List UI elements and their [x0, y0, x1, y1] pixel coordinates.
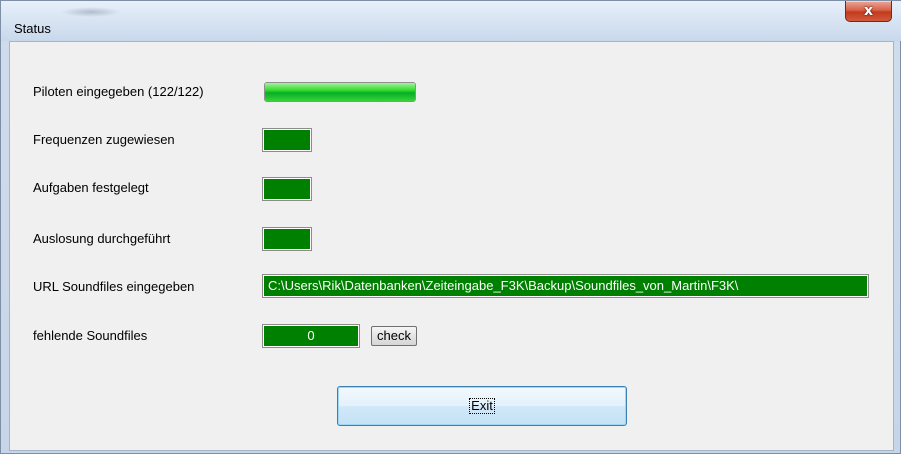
status-window: Status x Piloten eingegeben (122/122) Fr… [0, 0, 901, 454]
aufgaben-status-indicator [263, 178, 311, 200]
close-icon: x [863, 3, 874, 19]
missing-soundfiles-count: 0 [263, 325, 359, 347]
check-button[interactable]: check [371, 326, 417, 346]
progress-fill [265, 83, 415, 101]
frequenzen-label: Frequenzen zugewiesen [33, 132, 175, 147]
piloten-label: Piloten eingegeben (122/122) [33, 84, 204, 99]
aufgaben-label: Aufgaben festgelegt [33, 180, 149, 195]
title-bar[interactable]: Status x [1, 1, 901, 41]
auslosung-label: Auslosung durchgeführt [33, 231, 171, 246]
auslosung-status-indicator [263, 228, 311, 250]
close-button[interactable]: x [845, 1, 892, 22]
soundfiles-url-field[interactable]: C:\Users\Rik\Datenbanken\Zeiteingabe_F3K… [263, 275, 868, 297]
exit-button-label: Exit [469, 398, 495, 414]
frequenzen-status-indicator [263, 129, 311, 151]
exit-button[interactable]: Exit [337, 386, 627, 426]
piloten-progress-bar [264, 82, 416, 102]
fehlende-label: fehlende Soundfiles [33, 328, 148, 343]
url-label: URL Soundfiles eingegeben [33, 279, 195, 294]
window-title: Status [14, 21, 51, 36]
